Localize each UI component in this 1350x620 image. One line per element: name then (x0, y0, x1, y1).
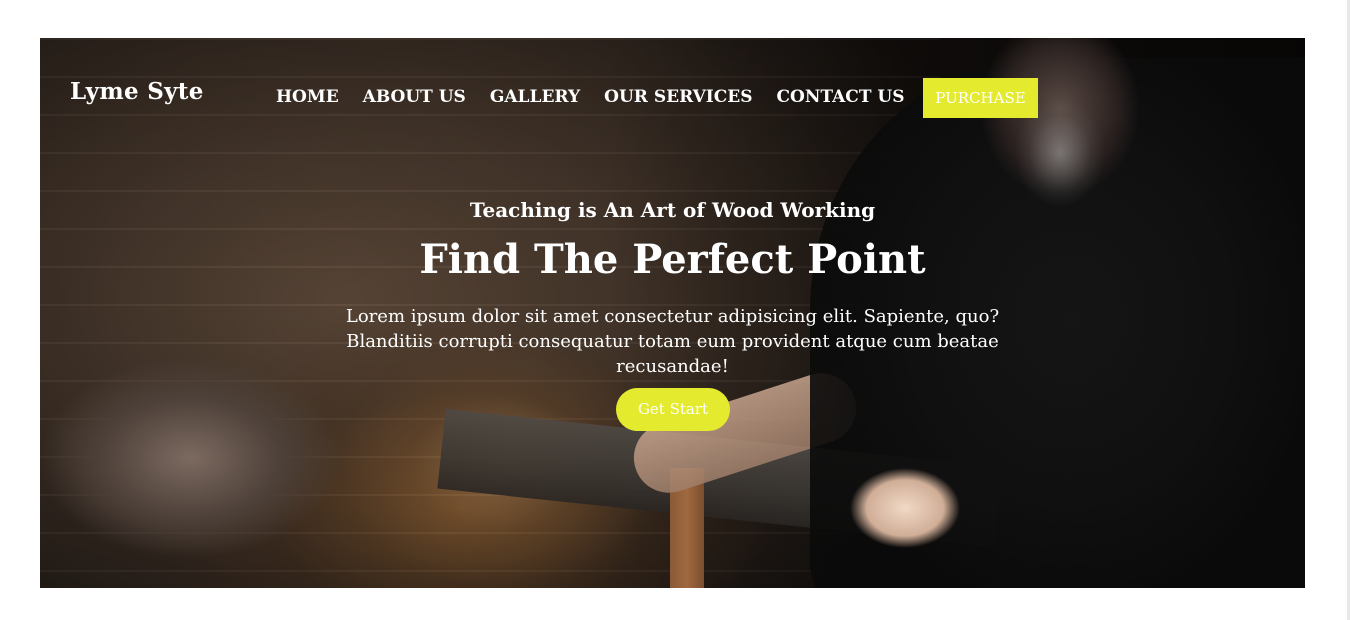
hero-description: Lorem ipsum dolor sit amet consectetur a… (345, 306, 1000, 377)
nav-item-home[interactable]: HOME (276, 87, 339, 107)
hand-image-region (850, 468, 960, 548)
hero-section: Lyme Syte HOME ABOUT US GALLERY OUR SERV… (40, 38, 1305, 588)
brand-logo[interactable]: Lyme Syte (70, 78, 204, 105)
purchase-button[interactable]: PURCHASE (923, 78, 1038, 118)
nav-item-our-services[interactable]: OUR SERVICES (604, 87, 752, 107)
get-start-button[interactable]: Get Start (616, 388, 730, 431)
main-nav: HOME ABOUT US GALLERY OUR SERVICES CONTA… (276, 87, 929, 107)
tool-bag-image-region (40, 358, 340, 558)
hero-subtitle: Teaching is An Art of Wood Working (469, 198, 876, 222)
nav-item-about-us[interactable]: ABOUT US (363, 87, 466, 107)
nav-item-gallery[interactable]: GALLERY (490, 87, 580, 107)
hero-title: Find The Perfect Point (419, 236, 926, 283)
nav-item-contact-us[interactable]: CONTACT US (777, 87, 905, 107)
